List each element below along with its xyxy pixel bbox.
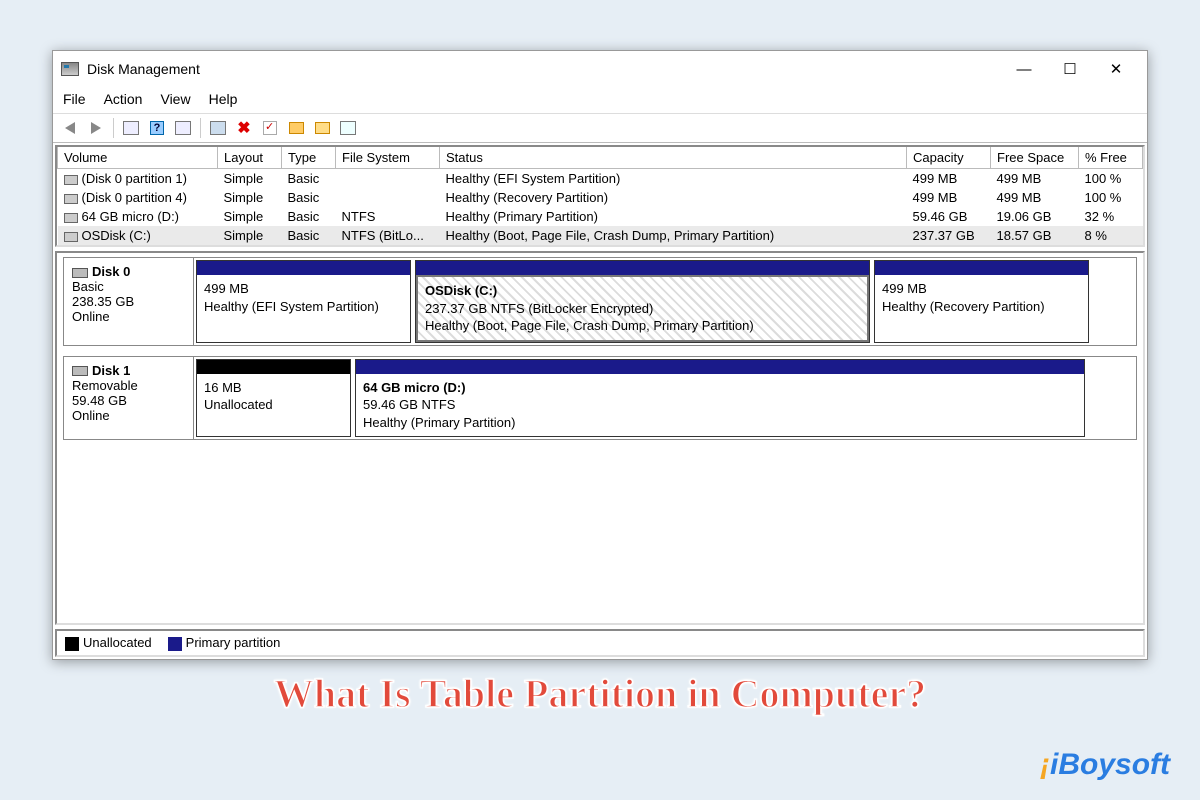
table-row[interactable]: 64 GB micro (D:)SimpleBasicNTFSHealthy (… (58, 207, 1143, 226)
action-button-3[interactable] (337, 117, 359, 139)
partition-color-bar (197, 261, 410, 275)
volume-icon (64, 213, 78, 223)
partition-block[interactable]: OSDisk (C:)237.37 GB NTFS (BitLocker Enc… (415, 260, 870, 343)
col-volume[interactable]: Volume (58, 147, 218, 169)
show-panes-button[interactable] (172, 117, 194, 139)
partition-color-bar (356, 360, 1084, 374)
col-capacity[interactable]: Capacity (907, 147, 991, 169)
menubar: File Action View Help (53, 87, 1147, 113)
show-hide-tree-button[interactable] (120, 117, 142, 139)
disk-info: Disk 0Basic238.35 GBOnline (64, 258, 194, 345)
partition-color-bar (875, 261, 1088, 275)
table-row[interactable]: (Disk 0 partition 4)SimpleBasicHealthy (… (58, 188, 1143, 207)
partition-block[interactable]: 499 MBHealthy (Recovery Partition) (874, 260, 1089, 343)
legend-swatch-primary (168, 637, 182, 651)
col-status[interactable]: Status (440, 147, 907, 169)
disk-info: Disk 1Removable59.48 GBOnline (64, 357, 194, 440)
toolbar: ? ✖ (53, 113, 1147, 143)
legend: Unallocated Primary partition (55, 629, 1145, 657)
menu-file[interactable]: File (63, 91, 86, 107)
table-row[interactable]: (Disk 0 partition 1)SimpleBasicHealthy (… (58, 169, 1143, 189)
table-header-row[interactable]: Volume Layout Type File System Status Ca… (58, 147, 1143, 169)
maximize-button[interactable]: ☐ (1047, 54, 1093, 84)
col-freespace[interactable]: Free Space (991, 147, 1079, 169)
volume-icon (64, 194, 78, 204)
partition-color-bar (197, 360, 350, 374)
window-title: Disk Management (87, 61, 200, 77)
col-filesystem[interactable]: File System (336, 147, 440, 169)
col-type[interactable]: Type (282, 147, 336, 169)
disk-icon (72, 366, 88, 376)
col-pctfree[interactable]: % Free (1079, 147, 1143, 169)
legend-primary: Primary partition (186, 635, 281, 650)
col-layout[interactable]: Layout (218, 147, 282, 169)
menu-action[interactable]: Action (104, 91, 143, 107)
partition-block[interactable]: 499 MBHealthy (EFI System Partition) (196, 260, 411, 343)
back-button[interactable] (59, 117, 81, 139)
volume-table[interactable]: Volume Layout Type File System Status Ca… (57, 147, 1143, 245)
disk-management-window: Disk Management — ☐ ✕ File Action View H… (52, 50, 1148, 660)
action-button-1[interactable] (285, 117, 307, 139)
disk-icon (72, 268, 88, 278)
action-button-2[interactable] (311, 117, 333, 139)
brand-logo: ¡iBoysoft (1040, 748, 1170, 782)
titlebar[interactable]: Disk Management — ☐ ✕ (53, 51, 1147, 87)
partition-color-bar (416, 261, 869, 275)
minimize-button[interactable]: — (1001, 54, 1047, 84)
forward-button[interactable] (85, 117, 107, 139)
disk-row[interactable]: Disk 1Removable59.48 GBOnline16 MBUnallo… (63, 356, 1137, 441)
table-row[interactable]: OSDisk (C:)SimpleBasicNTFS (BitLo...Heal… (58, 226, 1143, 245)
disk-graphic-pane[interactable]: Disk 0Basic238.35 GBOnline499 MBHealthy … (55, 251, 1145, 625)
disk-row[interactable]: Disk 0Basic238.35 GBOnline499 MBHealthy … (63, 257, 1137, 346)
legend-unallocated: Unallocated (83, 635, 152, 650)
caption-text: What Is Table Partition in Computer? (0, 670, 1200, 717)
volume-icon (64, 175, 78, 185)
menu-help[interactable]: Help (209, 91, 238, 107)
partition-block[interactable]: 16 MBUnallocated (196, 359, 351, 438)
delete-button[interactable]: ✖ (233, 117, 255, 139)
close-button[interactable]: ✕ (1093, 54, 1139, 84)
refresh-button[interactable] (207, 117, 229, 139)
volume-list-pane: Volume Layout Type File System Status Ca… (55, 145, 1145, 247)
volume-icon (64, 232, 78, 242)
properties-button[interactable] (259, 117, 281, 139)
partition-block[interactable]: 64 GB micro (D:)59.46 GB NTFSHealthy (Pr… (355, 359, 1085, 438)
menu-view[interactable]: View (160, 91, 190, 107)
help-button[interactable]: ? (146, 117, 168, 139)
legend-swatch-unallocated (65, 637, 79, 651)
app-icon (61, 62, 79, 76)
